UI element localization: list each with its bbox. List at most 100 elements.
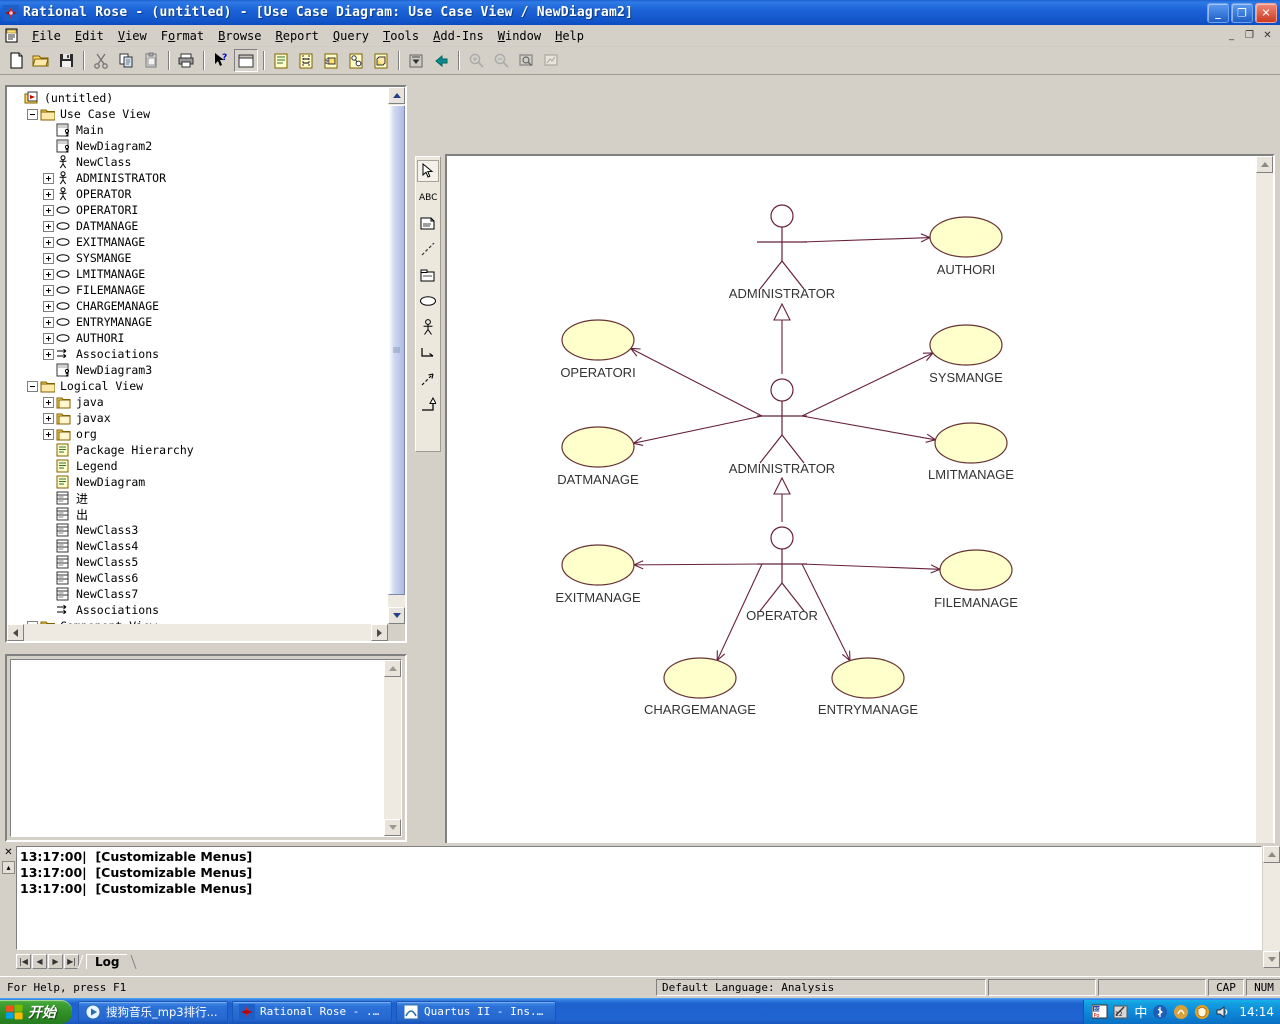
package-tool[interactable] [417,264,439,286]
actor-administrator-mid[interactable]: ADMINISTRATOR [729,378,835,476]
tree-item[interactable]: java [11,394,388,410]
doc-scroll-down-button[interactable] [384,819,401,836]
log-scroll-up-button[interactable] [1263,846,1280,863]
expand-icon[interactable] [43,284,54,296]
undo-fit-in-window-icon[interactable] [539,49,563,72]
use-case-tool[interactable] [417,290,439,312]
tree-item[interactable]: DATMANAGE [11,218,388,234]
menu-add-ins[interactable]: Add-Ins [426,27,491,45]
log-scroll-down-button[interactable] [1263,951,1280,968]
tree-item[interactable]: Logical View [11,378,388,394]
usecase-filemanage[interactable]: FILEMANAGE [934,549,1018,610]
generalization-link[interactable] [773,302,791,374]
menu-file[interactable]: File [25,27,68,45]
diagram-window-icon[interactable] [234,49,258,72]
dependency-tool[interactable] [417,368,439,390]
scroll-up-button[interactable] [388,87,405,104]
expand-icon[interactable] [43,172,54,184]
ime-keyboard-icon[interactable]: BS Po [1092,1004,1108,1020]
menu-help[interactable]: Help [548,27,591,45]
tree-item[interactable]: NewDiagram [11,474,388,490]
tree-item[interactable]: NewDiagram2 [11,138,388,154]
expand-icon[interactable] [43,348,54,360]
usecase-chargemanage[interactable]: CHARGEMANAGE [644,657,756,717]
mdi-restore-button[interactable]: ❐ [1242,29,1257,43]
log-vertical-scrollbar[interactable] [1263,846,1280,968]
tree-item[interactable]: Associations [11,346,388,362]
tree-item[interactable]: NewClass [11,154,388,170]
tree-item[interactable]: CHARGEMANAGE [11,298,388,314]
actor-tool[interactable] [417,316,439,338]
tree-item[interactable]: NewClass7 [11,586,388,602]
ime-pen-icon[interactable]: 12 [1113,1004,1129,1020]
fit-in-window-icon[interactable] [514,49,538,72]
volume-icon[interactable] [1215,1004,1231,1020]
close-button[interactable]: ✕ [1255,2,1277,23]
model-tree[interactable]: (untitled) Use Case View Main NewDiagram2 Ne… [7,87,388,624]
tree-item[interactable]: javax [11,410,388,426]
tree-item[interactable]: NewClass3 [11,522,388,538]
text-tool[interactable]: ABC [417,186,439,208]
tree-item[interactable]: Associations [11,602,388,618]
tree-item[interactable]: OPERATOR [11,186,388,202]
association-link[interactable] [629,347,763,417]
expand-icon[interactable] [43,268,54,280]
tree-item[interactable]: FILEMANAGE [11,282,388,298]
save-icon[interactable] [54,49,78,72]
usecase-lmitmanage[interactable]: LMITMANAGE [928,422,1014,482]
open-icon[interactable] [29,49,53,72]
expand-icon[interactable] [43,236,54,248]
association-link[interactable] [801,233,932,243]
browse-interaction-diagram-icon[interactable] [294,49,318,72]
tree-item[interactable]: NewClass4 [11,538,388,554]
expand-icon[interactable] [43,316,54,328]
cut-icon[interactable] [89,49,113,72]
diagram-canvas[interactable]: AUTHORI OPERATORI SYSMANGE DATMANAGE LMITMAN… [447,156,1256,895]
usecase-authori[interactable]: AUTHORI [929,216,1003,277]
association-link[interactable] [801,352,935,417]
tree-item[interactable]: 出 [11,506,388,522]
menu-window[interactable]: Window [491,27,548,45]
tree-item[interactable]: (untitled) [11,90,388,106]
network-icon[interactable] [1173,1004,1189,1020]
mdi-document-icon[interactable] [4,28,20,44]
generalization-tool[interactable] [417,394,439,416]
tree-item[interactable]: ENTRYMANAGE [11,314,388,330]
tree-item[interactable]: SYSMANGE [11,250,388,266]
scroll-down-button[interactable] [388,607,405,624]
browser-vertical-scrollbar[interactable] [388,87,405,624]
new-icon[interactable] [4,49,28,72]
expand-icon[interactable] [43,188,54,200]
menu-edit[interactable]: Edit [68,27,111,45]
menu-view[interactable]: View [111,27,154,45]
clock[interactable]: 14:14 [1239,1005,1274,1019]
expand-icon[interactable] [43,332,54,344]
usecase-entrymanage[interactable]: ENTRYMANAGE [818,657,918,717]
association-link[interactable] [632,415,763,446]
documentation-text-area[interactable] [10,659,402,837]
unidirectional-association-tool[interactable] [417,342,439,364]
zoom-out-icon[interactable] [489,49,513,72]
expand-icon[interactable] [43,412,54,424]
association-link[interactable] [632,560,763,570]
log-split-handle[interactable]: ▴ [2,861,15,874]
minimize-button[interactable]: _ [1207,2,1229,23]
expand-icon[interactable] [43,252,54,264]
tree-item[interactable]: AUTHORI [11,330,388,346]
usecase-operatori[interactable]: OPERATORI [560,319,636,380]
tree-item[interactable]: EXITMANAGE [11,234,388,250]
canvas-vertical-scrollbar[interactable] [1256,156,1273,895]
menu-query[interactable]: Query [326,27,376,45]
browse-previous-diagram-icon[interactable] [429,49,453,72]
log-next-button[interactable]: ▶ [48,954,63,969]
generalization-link[interactable] [773,476,791,522]
tree-item[interactable]: LMITMANAGE [11,266,388,282]
expand-icon[interactable] [43,428,54,440]
menu-browse[interactable]: Browse [211,27,268,45]
log-prev-button[interactable]: ◀ [32,954,47,969]
note-tool[interactable] [417,212,439,234]
menu-report[interactable]: Report [269,27,326,45]
taskbar-task[interactable]: Rational Rose - ... [232,1000,392,1023]
tree-item[interactable]: OPERATORI [11,202,388,218]
tree-item[interactable]: NewClass5 [11,554,388,570]
